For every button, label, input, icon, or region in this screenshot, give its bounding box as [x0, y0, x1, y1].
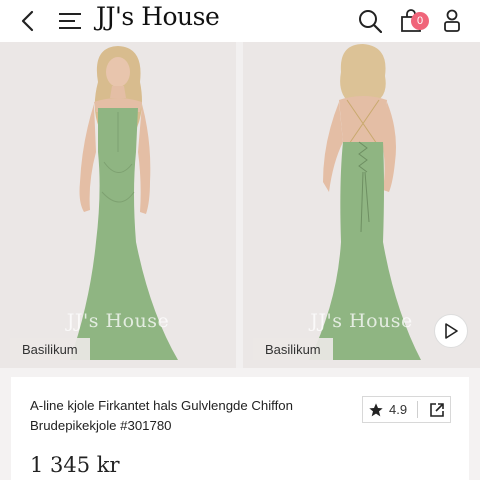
star-icon: [369, 402, 383, 416]
divider: [417, 401, 418, 418]
product-info-card: A-line kjole Firkantet hals Gulvlengde C…: [11, 377, 469, 480]
play-icon: [445, 323, 458, 339]
cart-count-badge: 0: [411, 12, 429, 30]
share-button[interactable]: [429, 402, 445, 418]
search-icon: [359, 10, 382, 33]
menu-button[interactable]: [56, 0, 84, 42]
product-title: A-line kjole Firkantet hals Gulvlengde C…: [30, 398, 293, 433]
brand-logo[interactable]: JJ's House: [96, 0, 236, 32]
account-button[interactable]: [438, 0, 466, 42]
share-icon: [430, 402, 444, 417]
rating: [363, 402, 389, 418]
account-icon: [444, 9, 460, 32]
back-button[interactable]: [14, 0, 42, 42]
product-image-front[interactable]: JJ's House Basilikum: [0, 42, 236, 368]
menu-icon: [59, 13, 81, 29]
rating-value: 4.9: [389, 402, 408, 417]
rating-share-box[interactable]: 4.9: [362, 396, 451, 423]
top-bar: JJ's House 0: [0, 0, 480, 42]
search-button[interactable]: [356, 0, 384, 42]
back-chevron-icon: [21, 10, 34, 32]
image-gallery[interactable]: JJ's House Basilikum JJ's House Basiliku…: [0, 42, 480, 368]
color-label: Basilikum: [10, 338, 90, 360]
play-video-button[interactable]: [434, 314, 468, 348]
product-price: 1 345 kr: [30, 453, 120, 477]
color-label: Basilikum: [253, 338, 333, 360]
image-watermark: JJ's House: [66, 310, 170, 332]
